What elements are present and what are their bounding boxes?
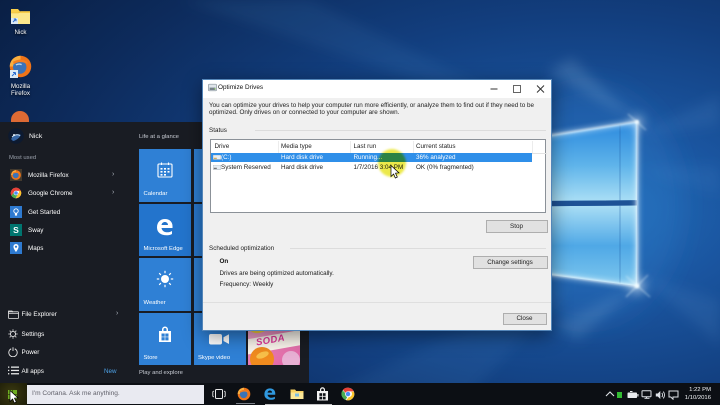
svg-text:S: S: [13, 225, 19, 235]
